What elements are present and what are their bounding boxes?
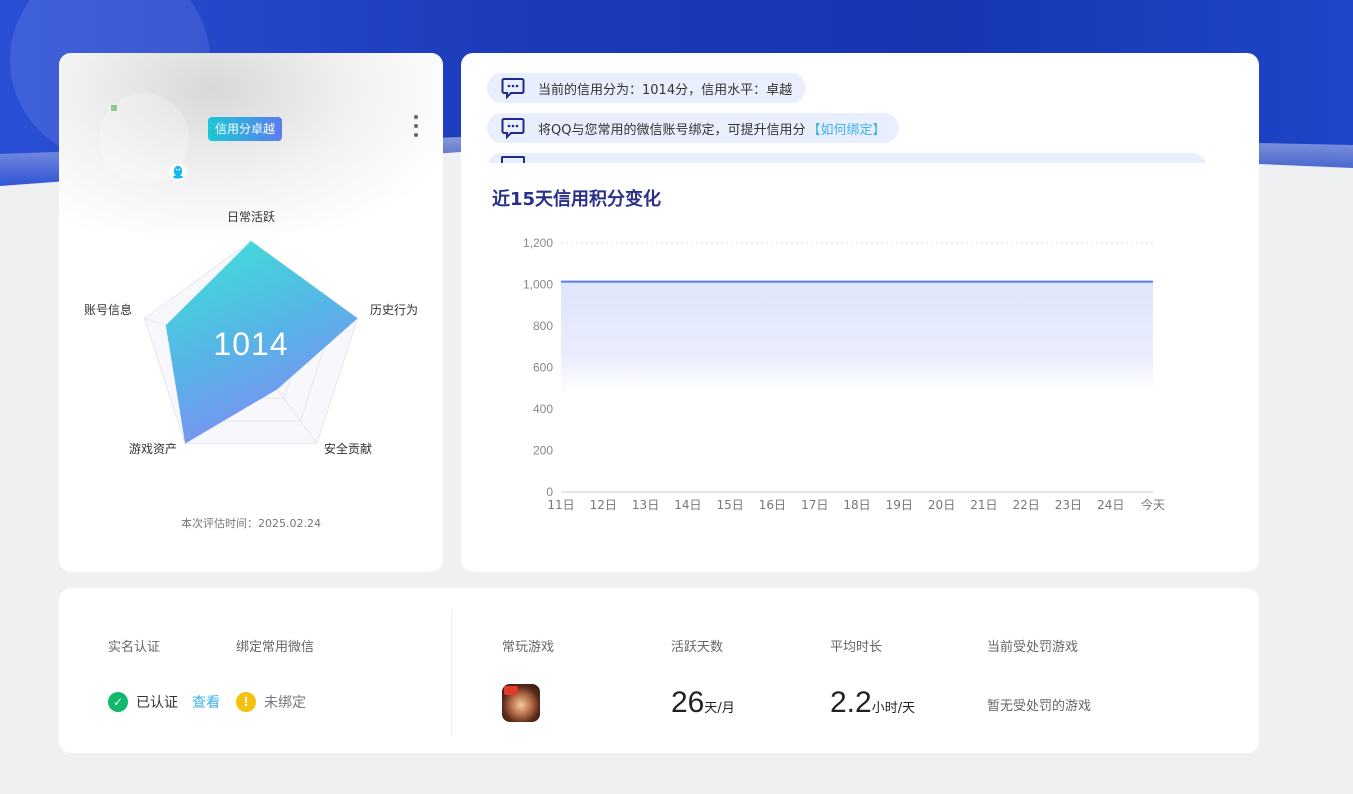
notice-overflow	[487, 153, 1207, 163]
message-icon	[501, 78, 525, 99]
y-tick-label: 1,200	[523, 236, 553, 250]
y-tick-label: 600	[533, 361, 553, 375]
trend-area	[561, 281, 1153, 430]
avg-time-label: 平均时长	[830, 640, 883, 655]
credit-level-badge: 信用分卓越	[208, 117, 283, 141]
credit-trend-chart: 0 200 400 600 800 1,000 1,200 11日 12日 13日 14日 15日 1…	[501, 223, 1221, 523]
message-icon	[501, 118, 525, 139]
check-circle-icon: ✓	[108, 692, 128, 712]
notice-text: 将QQ与您常用的微信账号绑定，可提升信用分	[538, 122, 806, 138]
radar-chart: 1014 日常活跃 历史行为 安全贡献 游戏资产 账号信息	[59, 203, 443, 523]
real-name-status: ✓ 已认证 查看	[108, 692, 220, 712]
how-to-bind-link[interactable]: 【如何绑定】	[807, 119, 885, 138]
notice-bind-wechat: 将QQ与您常用的微信账号绑定，可提升信用分 【如何绑定】	[487, 113, 900, 143]
avg-time-value: 2.2小时/天	[830, 686, 916, 719]
notice-text: 当前的信用分为：1014分，信用水平：卓越	[538, 82, 793, 98]
no-punished-games: 暂无受处罚的游戏	[987, 699, 1092, 714]
y-tick-label: 400	[533, 402, 553, 416]
account-summary-card: 实名认证 绑定常用微信 ✓ 已认证 查看 ! 未绑定 常玩游戏 活跃天数 平均时…	[59, 588, 1259, 753]
x-tick-label: 今天	[1141, 497, 1165, 512]
qq-penguin-icon	[169, 163, 187, 181]
credit-trend-card: 当前的信用分为：1014分，信用水平：卓越 将QQ与您常用的微信账号绑定，可提升…	[461, 53, 1259, 572]
broken-image-icon	[111, 105, 117, 111]
wechat-bind-status: ! 未绑定	[236, 692, 306, 712]
x-tick-label: 11日	[547, 498, 574, 512]
evaluation-time: 本次评估时间：2025.02.24	[181, 517, 321, 530]
game-icon[interactable]	[502, 684, 540, 722]
x-tick-label: 19日	[886, 498, 913, 512]
x-tick-label: 13日	[632, 498, 659, 512]
view-link[interactable]: 查看	[192, 692, 220, 712]
y-tick-label: 200	[533, 444, 553, 458]
x-tick-label: 21日	[970, 498, 997, 512]
warning-circle-icon: !	[236, 692, 256, 712]
radar-label-account-info: 账号信息	[84, 303, 133, 317]
more-options-icon[interactable]	[410, 115, 422, 137]
x-tick-label: 18日	[843, 498, 870, 512]
radar-label-daily-active: 日常活跃	[227, 210, 276, 224]
wechat-bind-label: 绑定常用微信	[236, 640, 315, 655]
divider	[451, 610, 452, 736]
x-tick-label: 15日	[717, 498, 744, 512]
unbound-text: 未绑定	[264, 695, 306, 711]
x-tick-label: 16日	[759, 498, 786, 512]
x-tick-label: 17日	[801, 498, 828, 512]
active-days-label: 活跃天数	[671, 640, 724, 655]
y-tick-label: 0	[546, 485, 553, 499]
x-tick-label: 24日	[1097, 498, 1124, 512]
radar-label-history: 历史行为	[370, 303, 419, 317]
credit-score: 1014	[213, 326, 288, 362]
radar-label-security: 安全贡献	[324, 442, 373, 456]
notice-credit-score: 当前的信用分为：1014分，信用水平：卓越	[487, 73, 807, 103]
x-tick-label: 22日	[1013, 498, 1040, 512]
real-name-label: 实名认证	[108, 640, 161, 655]
radar-label-game-assets: 游戏资产	[129, 442, 178, 456]
frequent-games-label: 常玩游戏	[502, 640, 555, 655]
x-tick-label: 20日	[928, 498, 955, 512]
x-tick-label: 23日	[1055, 498, 1082, 512]
x-tick-label: 12日	[590, 498, 617, 512]
x-tick-label: 14日	[674, 498, 701, 512]
trend-chart-svg: 0 200 400 600 800 1,000 1,200 11日 12日 13日 14日 15日 1…	[523, 236, 1165, 512]
active-days-value: 26天/月	[671, 686, 735, 719]
verified-text: 已认证	[136, 695, 178, 711]
y-tick-label: 800	[533, 319, 553, 333]
y-tick-label: 1,000	[523, 278, 553, 292]
credit-profile-card: 信用分卓越 1014 日常活跃 历史行为 安全贡献 游戏资产 账号信息 本次评估…	[59, 53, 443, 572]
trend-title: 近15天信用积分变化	[492, 189, 662, 210]
punished-games-label: 当前受处罚游戏	[987, 640, 1079, 655]
radar-svg: 1014	[143, 240, 359, 445]
